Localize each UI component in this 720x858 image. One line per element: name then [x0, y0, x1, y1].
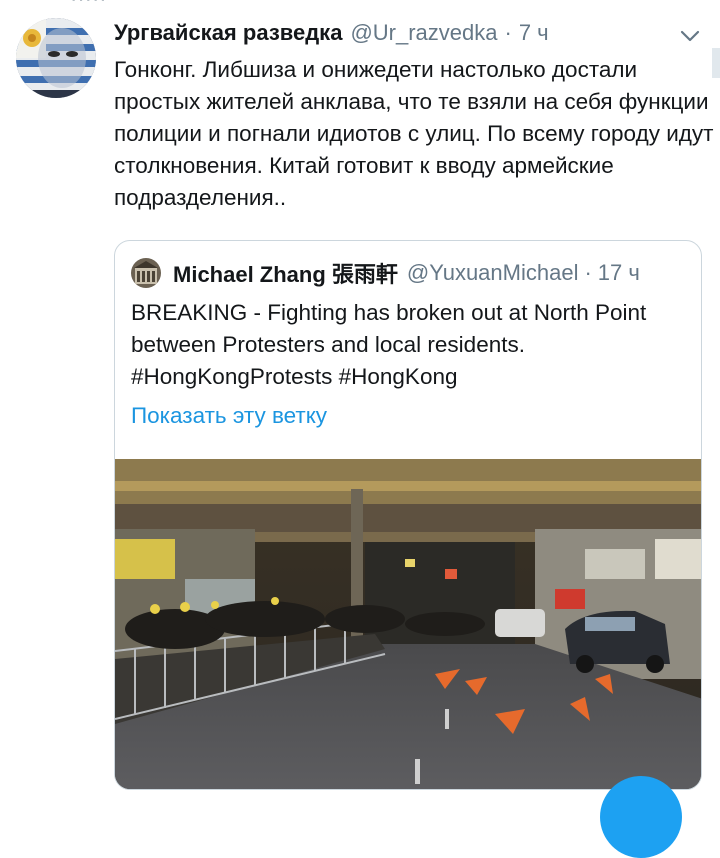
quoted-tweet-text: BREAKING - Fighting has broken out at No… [131, 300, 647, 389]
quoted-author-name[interactable]: Michael Zhang 張雨軒 [173, 257, 398, 289]
tweet-time[interactable]: 7 ч [519, 20, 549, 46]
author-handle[interactable]: @Ur_razvedka [350, 20, 497, 46]
quoted-tweet-header: Michael Zhang 張雨軒 @YuxuanMichael · 17 ч [131, 257, 691, 289]
show-thread-link[interactable]: Показать эту ветку [131, 403, 327, 429]
compose-fab-icon[interactable] [600, 776, 682, 858]
author-name[interactable]: Ургвайская разведка [114, 20, 342, 46]
quoted-tweet[interactable]: Michael Zhang 張雨軒 @YuxuanMichael · 17 ч … [114, 240, 702, 790]
street-scene-image [115, 459, 701, 789]
quoted-tweet-photo[interactable] [115, 459, 701, 789]
quoted-author-handle[interactable]: @YuxuanMichael [407, 260, 579, 286]
tweet-header: Ургвайская разведка @Ur_razvedka · 7 ч [114, 20, 680, 52]
quoted-tweet-time[interactable]: 17 ч [598, 260, 640, 286]
tweet[interactable]: Ургвайская разведка @Ur_razvedka · 7 ч Г… [0, 0, 720, 858]
tweet-text: Гонконг. Либшиза и онижедети настолько д… [114, 57, 714, 210]
avatar-image [16, 18, 96, 98]
separator-dot: · [584, 260, 592, 285]
quoted-avatar [131, 258, 161, 288]
chevron-down-icon[interactable] [676, 22, 704, 50]
avatar[interactable] [16, 18, 96, 98]
separator-dot: · [504, 20, 512, 45]
